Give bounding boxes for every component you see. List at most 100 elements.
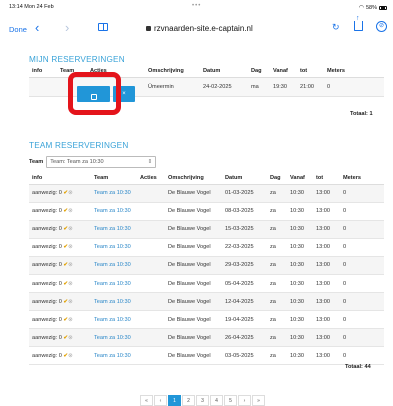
- page-link[interactable]: «: [140, 395, 153, 406]
- page-link[interactable]: »: [252, 395, 265, 406]
- page-link[interactable]: 1: [168, 395, 181, 406]
- attendance-text: aanwezig: 0: [32, 244, 62, 251]
- table-row: aanwezig: 0 ✔⊗ Team za 10:30 De Blauwe Vog…: [29, 184, 384, 203]
- cell-acties: [137, 256, 165, 275]
- table-row: aanwezig: 0 ✔⊗ Team za 10:30 De Blauwe Vog…: [29, 328, 384, 348]
- table-header-row: info Team Acties Omschrijving Datum Dag …: [29, 172, 384, 185]
- col-team: Team: [91, 172, 137, 185]
- red-highlight-box: [68, 72, 121, 115]
- status-right: ◠ 58%: [359, 4, 387, 11]
- cross-icon[interactable]: ⊗: [68, 262, 73, 268]
- cell-info: aanwezig: 0 ✔⊗: [29, 238, 91, 257]
- pagination: «‹ 1 2 3 4 5 ›»: [140, 395, 265, 406]
- cross-icon[interactable]: ⊗: [68, 335, 73, 341]
- lock-icon: [146, 26, 151, 31]
- cell-vanaf: 10:30: [287, 256, 313, 275]
- cell-info: aanwezig: 0 ✔⊗: [29, 310, 91, 330]
- cell-info: aanwezig: 0 ✔⊗: [29, 184, 91, 203]
- cell-vanaf: 10:30: [287, 292, 313, 312]
- url-text: rzvnaarden-site.e-captain.nl: [154, 24, 253, 33]
- cell-team[interactable]: Team za 10:30: [91, 238, 137, 257]
- page-link[interactable]: ›: [238, 395, 251, 406]
- cell-team[interactable]: Team za 10:30: [91, 220, 137, 239]
- address-bar[interactable]: rzvnaarden-site.e-captain.nl: [146, 24, 253, 33]
- cell-info: aanwezig: 0 ✔⊗: [29, 256, 91, 275]
- page-link[interactable]: ‹: [154, 395, 167, 406]
- bookmarks-icon[interactable]: [98, 23, 108, 31]
- cell-dag: za: [267, 274, 287, 294]
- chevron-right-icon[interactable]: ›: [65, 20, 69, 35]
- cell-datum: 05-04-2025: [222, 274, 267, 294]
- page-link[interactable]: 3: [196, 395, 209, 406]
- cross-icon[interactable]: ⊗: [68, 281, 73, 287]
- col-info: info: [29, 172, 91, 185]
- cell-tot: 13:00: [313, 202, 340, 221]
- cell-team[interactable]: Team za 10:30: [91, 328, 137, 348]
- cell-team[interactable]: Team za 10:30: [91, 346, 137, 366]
- cell-acties: [137, 328, 165, 348]
- cell-datum: 29-03-2025: [222, 256, 267, 275]
- cell-tot: 13:00: [313, 274, 340, 294]
- cross-icon[interactable]: ⊗: [68, 226, 73, 232]
- team-select[interactable]: Team: Team za 10:30: [46, 156, 157, 168]
- cell-team[interactable]: Team za 10:30: [91, 202, 137, 221]
- cell-datum: 15-03-2025: [222, 220, 267, 239]
- col-tot: tot: [313, 172, 340, 185]
- cell-omschrijving: De Blauwe Vogel: [165, 220, 222, 239]
- team-filter: Team Team: Team za 10:30: [29, 156, 157, 168]
- page-link[interactable]: 4: [210, 395, 223, 406]
- page-link[interactable]: 5: [224, 395, 237, 406]
- team-reservations-table: info Team Acties Omschrijving Datum Dag …: [29, 172, 384, 366]
- cell-dag: za: [267, 292, 287, 312]
- cell-team[interactable]: Team za 10:30: [91, 256, 137, 275]
- cell-vanaf: 19:30: [270, 77, 297, 97]
- cross-icon[interactable]: ⊗: [68, 317, 73, 323]
- cell-acties: [137, 220, 165, 239]
- cell-dag: ma: [248, 77, 270, 97]
- cross-icon[interactable]: ⊗: [68, 353, 73, 359]
- col-info: info: [29, 66, 57, 78]
- col-omschrijving: Omschrijving: [165, 172, 222, 185]
- cross-icon[interactable]: ⊗: [68, 299, 73, 305]
- page-link[interactable]: 2: [182, 395, 195, 406]
- cell-omschrijving: De Blauwe Vogel: [165, 310, 222, 330]
- cell-team[interactable]: Team za 10:30: [91, 274, 137, 294]
- cross-icon[interactable]: ⊗: [68, 190, 73, 196]
- table-row: aanwezig: 0 ✔⊗ Team za 10:30 De Blauwe Vog…: [29, 256, 384, 275]
- table-row: aanwezig: 0 ✔⊗ Team za 10:30 De Blauwe Vog…: [29, 310, 384, 330]
- col-dag: Dag: [267, 172, 287, 185]
- reload-icon[interactable]: ↻: [332, 22, 340, 33]
- cell-info: aanwezig: 0 ✔⊗: [29, 274, 91, 294]
- cell-dag: za: [267, 184, 287, 203]
- cell-meters: 0: [340, 220, 384, 239]
- my-total: Totaal: 1: [350, 111, 373, 117]
- chevron-left-icon[interactable]: ‹: [35, 20, 39, 35]
- cell-datum: 03-05-2025: [222, 346, 267, 366]
- cell-team[interactable]: Team za 10:30: [91, 310, 137, 330]
- cell-omschrijving: De Blauwe Vogel: [165, 274, 222, 294]
- table-row: aanwezig: 0 ✔⊗ Team za 10:30 De Blauwe Vog…: [29, 292, 384, 312]
- cell-tot: 13:00: [313, 256, 340, 275]
- share-icon[interactable]: [354, 15, 363, 31]
- cell-team[interactable]: Team za 10:30: [91, 292, 137, 312]
- cell-meters: 0: [340, 292, 384, 312]
- attendance-text: aanwezig: 0: [32, 190, 62, 197]
- cross-icon[interactable]: ⊗: [68, 244, 73, 250]
- cell-meters: 0: [340, 184, 384, 203]
- cross-icon[interactable]: ⊗: [68, 208, 73, 214]
- compass-icon[interactable]: ⊘: [376, 21, 387, 32]
- cell-datum: 12-04-2025: [222, 292, 267, 312]
- battery-icon: [379, 5, 387, 10]
- cell-team[interactable]: Team za 10:30: [91, 184, 137, 203]
- cell-info: aanwezig: 0 ✔⊗: [29, 328, 91, 348]
- cell-vanaf: 10:30: [287, 328, 313, 348]
- cell-omschrijving: De Blauwe Vogel: [165, 202, 222, 221]
- cell-dag: za: [267, 346, 287, 366]
- cell-dag: za: [267, 220, 287, 239]
- col-datum: Datum: [200, 66, 248, 78]
- attendance-text: aanwezig: 0: [32, 334, 62, 341]
- done-button[interactable]: Done: [9, 25, 27, 34]
- cell-tot: 13:00: [313, 292, 340, 312]
- table-row: aanwezig: 0 ✔⊗ Team za 10:30 De Blauwe Vog…: [29, 220, 384, 239]
- cell-datum: 22-03-2025: [222, 238, 267, 257]
